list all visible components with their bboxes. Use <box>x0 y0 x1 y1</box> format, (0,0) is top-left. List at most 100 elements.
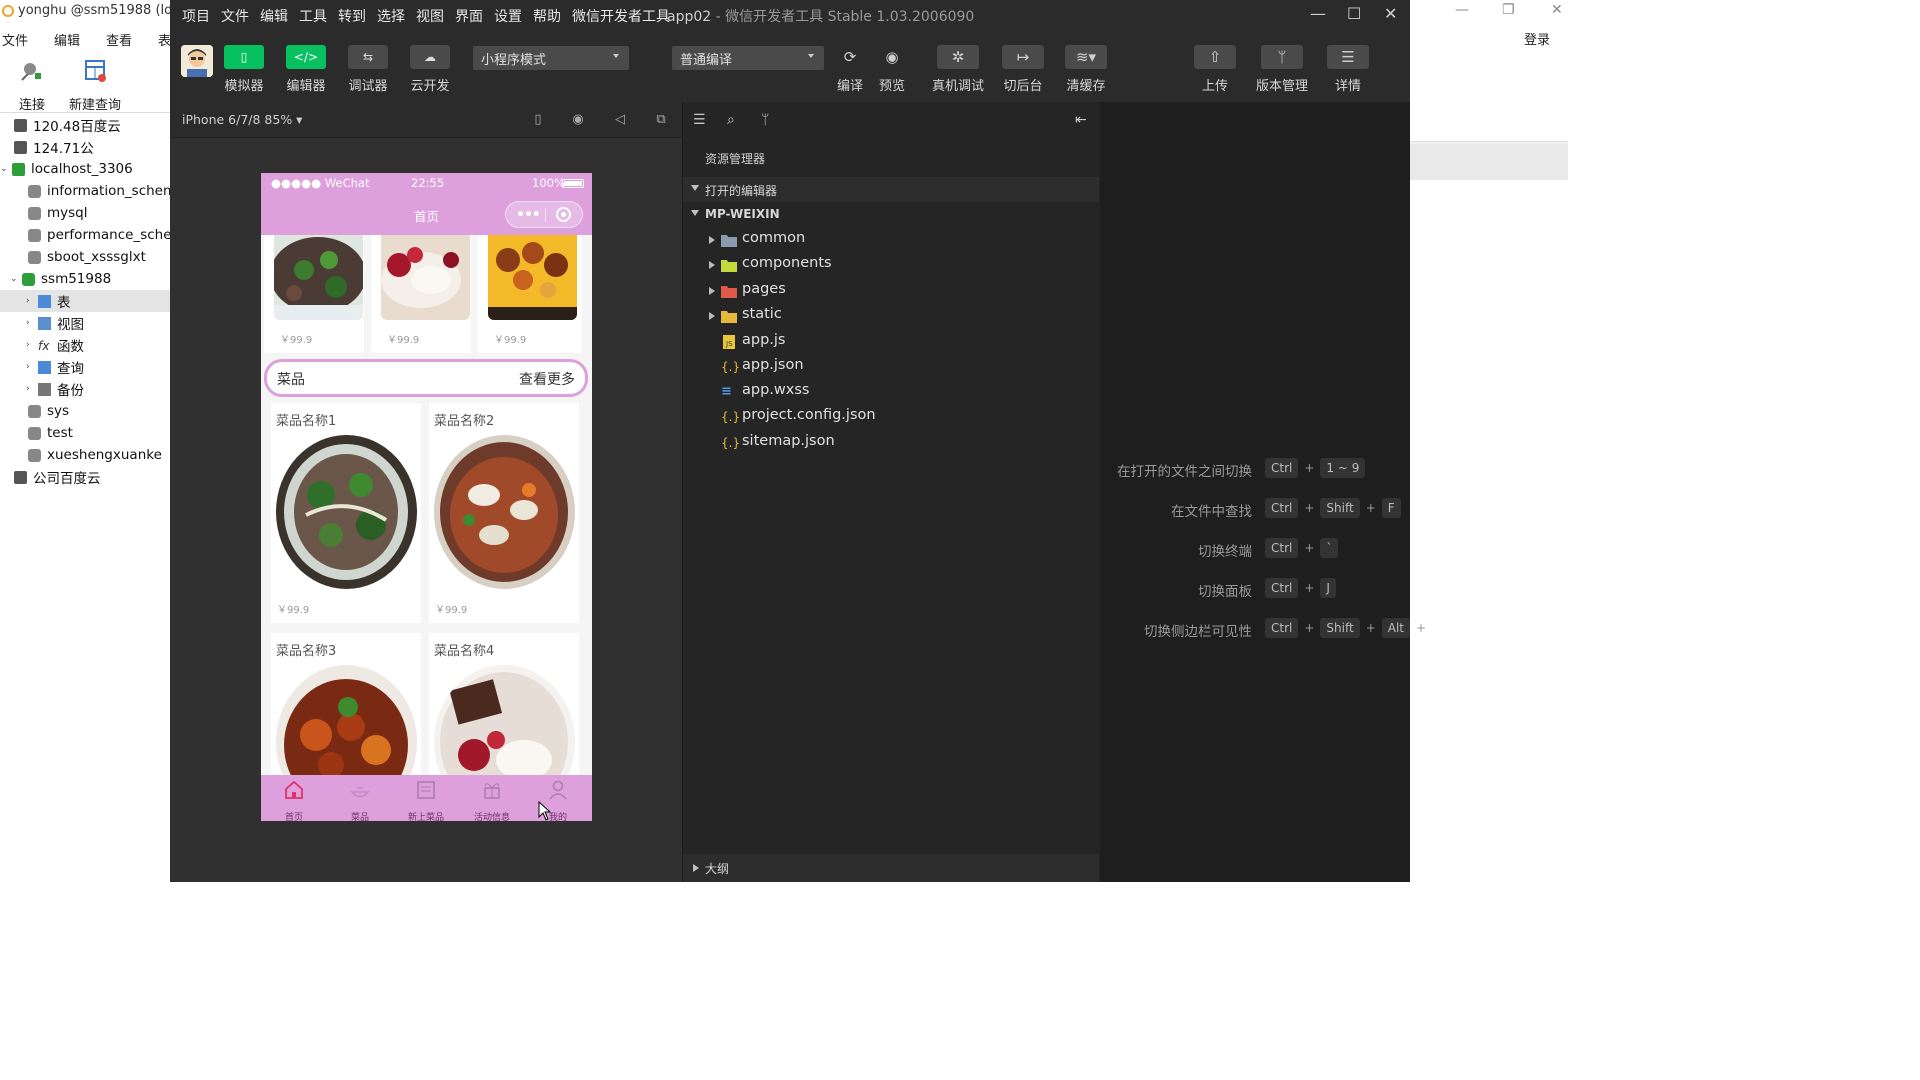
recommend-card[interactable]: ￥99.9 <box>478 235 582 353</box>
tree-item-db[interactable]: test <box>28 422 73 444</box>
dish-card[interactable]: 菜品名称1 ￥99.9 <box>271 403 421 623</box>
connect-button[interactable]: 连接 <box>2 58 62 113</box>
recommend-card[interactable]: ￥99.9 <box>371 235 471 353</box>
file-tree-item[interactable]: components <box>683 253 1099 278</box>
mode-select[interactable]: 小程序模式 <box>473 46 629 70</box>
dish-card[interactable]: 菜品名称4 <box>429 633 579 775</box>
outline-section[interactable]: 大纲 <box>683 854 1099 882</box>
file-tree-item[interactable]: ≡ app.wxss <box>683 380 1099 405</box>
tree-item-localhost[interactable]: ⌄ localhost_3306 <box>0 158 133 180</box>
tree-item-ssm51988[interactable]: ⌄ ssm51988 <box>10 268 111 290</box>
source-control-icon[interactable]: ᛘ <box>761 112 769 128</box>
file-tree-item[interactable]: pages <box>683 279 1099 304</box>
project-section[interactable]: MP-WEIXIN <box>683 202 1099 227</box>
tree-item-tables[interactable]: › 表 <box>0 290 170 312</box>
file-name: common <box>742 230 806 246</box>
login-link[interactable]: 登录 <box>1524 29 1550 48</box>
clear-cache-button[interactable]: ≋▾ 清缓存 <box>1063 45 1109 94</box>
compile-label: 编译 <box>836 79 863 94</box>
file-tree-item[interactable]: {.} project.config.json <box>683 405 1099 430</box>
upload-label: 上传 <box>1201 79 1228 94</box>
tree-item-db[interactable]: information_schema <box>28 180 184 202</box>
menu-view[interactable]: 视图 <box>416 6 444 26</box>
file-tree-item[interactable]: static <box>683 304 1099 329</box>
volume-icon[interactable]: ◁ <box>612 112 628 128</box>
compile-button[interactable]: ⟳ 编译 <box>834 45 866 94</box>
user-avatar[interactable] <box>181 45 213 77</box>
preview-button[interactable]: ◉ 预览 <box>876 45 908 94</box>
editor-button[interactable]: </> 编辑器 <box>276 45 336 94</box>
minimize-icon[interactable]: — <box>1310 4 1326 23</box>
details-button[interactable]: ☰ 详情 <box>1325 45 1371 94</box>
recommend-card[interactable]: ￥99.9 <box>264 235 364 353</box>
menu-select[interactable]: 选择 <box>377 6 405 26</box>
menu-settings[interactable]: 设置 <box>494 6 522 26</box>
upload-button[interactable]: ⇧ 上传 <box>1192 45 1238 94</box>
restore-icon[interactable]: ❐ <box>1502 2 1515 18</box>
tab-home[interactable]: 首页 <box>264 779 324 821</box>
minimize-icon[interactable]: — <box>1455 2 1469 18</box>
tree-item-db[interactable]: xueshengxuanke <box>28 444 162 466</box>
menu-project[interactable]: 项目 <box>182 6 210 26</box>
tree-item-conn-2[interactable]: 124.71公 <box>14 136 94 158</box>
file-name: app.json <box>742 357 804 373</box>
dish-card[interactable]: 菜品名称3 <box>271 633 421 775</box>
search-icon[interactable]: ⌕ <box>727 112 735 128</box>
file-tree-item[interactable]: {.} app.json <box>683 355 1099 380</box>
debugger-button[interactable]: ⇆ 调试器 <box>338 45 398 94</box>
tree-item-db[interactable]: mysql <box>28 202 88 224</box>
version-button[interactable]: ᛘ 版本管理 <box>1252 45 1312 94</box>
menu-file[interactable]: 文件 <box>221 6 249 26</box>
list-icon[interactable]: ☰ <box>693 112 706 128</box>
file-tree-item[interactable]: {.} sitemap.json <box>683 431 1099 456</box>
close-icon[interactable]: ✕ <box>1384 4 1397 23</box>
navicat-menu-view[interactable]: 查看 <box>104 28 142 50</box>
device-select[interactable]: iPhone 6/7/8 85% ▾ <box>182 112 302 127</box>
menu-devtools[interactable]: 微信开发者工具 <box>572 6 670 26</box>
tree-item-queries[interactable]: › 查询 <box>26 356 84 378</box>
tree-item-db[interactable]: sys <box>28 400 69 422</box>
cloud-dev-button[interactable]: ☁ 云开发 <box>400 45 460 94</box>
phone-frame-icon[interactable]: ▯ <box>530 112 546 128</box>
navicat-menu-edit[interactable]: 编辑 <box>52 28 90 50</box>
record-icon[interactable]: ◉ <box>570 112 586 128</box>
open-editors-section[interactable]: 打开的编辑器 <box>683 177 1099 202</box>
chevron-down-icon: ⌄ <box>0 164 8 174</box>
collapse-sidebar-icon[interactable]: ⇤ <box>1075 112 1087 128</box>
tree-item-db[interactable]: sboot_xsssglxt <box>28 246 146 268</box>
compile-mode-select[interactable]: 普通编译 <box>672 46 824 70</box>
simulator-button[interactable]: ▯ 模拟器 <box>214 45 274 94</box>
window-title: app02 - 微信开发者工具 Stable 1.03.2006090 <box>667 6 974 26</box>
navicat-menu-file[interactable]: 文件 <box>0 28 38 50</box>
tree-item-conn-1[interactable]: 120.48百度云 <box>14 114 121 136</box>
tab-new-dishes[interactable]: 新上菜品 <box>396 779 456 821</box>
miniprogram-capsule[interactable]: ••• <box>505 201 583 228</box>
dish-card[interactable]: 菜品名称2 ￥99.9 <box>429 403 579 623</box>
background-button[interactable]: ↦ 切后台 <box>1000 45 1046 94</box>
menu-interface[interactable]: 界面 <box>455 6 483 26</box>
real-device-debug-button[interactable]: ✲ 真机调试 <box>930 45 986 94</box>
tree-item-db[interactable]: performance_schema <box>28 224 193 246</box>
menu-goto[interactable]: 转到 <box>338 6 366 26</box>
battery-text: 100% <box>532 176 565 190</box>
file-tree-item[interactable]: JS app.js <box>683 330 1099 355</box>
detach-window-icon[interactable]: ⧉ <box>653 112 669 128</box>
new-query-button[interactable]: 新建查询 <box>65 58 125 113</box>
tab-activities[interactable]: 活动信息 <box>462 779 522 821</box>
close-icon[interactable]: ✕ <box>1551 2 1563 18</box>
more-dots-icon[interactable]: ••• <box>516 207 541 223</box>
tree-item-conn-3[interactable]: 公司百度云 <box>14 466 101 488</box>
menu-tools[interactable]: 工具 <box>299 6 327 26</box>
tab-dishes[interactable]: 菜品 <box>330 779 390 821</box>
close-miniprogram-icon[interactable] <box>556 207 571 222</box>
file-tree-item[interactable]: common <box>683 228 1099 253</box>
menu-edit[interactable]: 编辑 <box>260 6 288 26</box>
maximize-icon[interactable]: ☐ <box>1347 4 1361 23</box>
tree-item-backups[interactable]: › 备份 <box>26 378 84 400</box>
json-file-icon: {.} <box>721 410 741 424</box>
shortcut-desc: 在文件中查找 <box>1171 504 1252 520</box>
see-more-link[interactable]: 查看更多 <box>519 369 575 389</box>
tree-item-views[interactable]: › 视图 <box>26 312 84 334</box>
tree-item-functions[interactable]: › fx 函数 <box>26 334 84 356</box>
menu-help[interactable]: 帮助 <box>533 6 561 26</box>
